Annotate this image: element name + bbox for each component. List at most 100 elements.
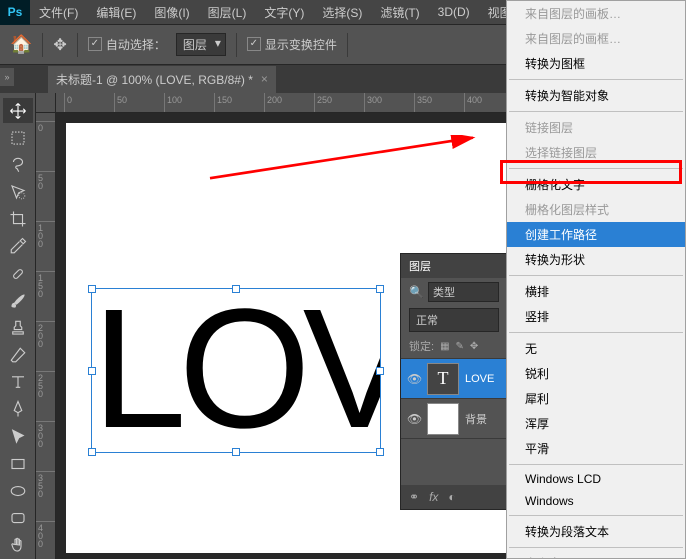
brush-tool[interactable] bbox=[3, 288, 33, 313]
divider bbox=[236, 33, 237, 57]
layer-list: 👁TLOVE👁背景 bbox=[401, 358, 507, 439]
menubar-item[interactable]: 滤镜(T) bbox=[371, 0, 428, 25]
layer-item[interactable]: 👁TLOVE bbox=[401, 359, 507, 399]
handle-r[interactable] bbox=[376, 367, 384, 375]
context-menu-item[interactable]: 转换为图框 bbox=[507, 51, 685, 76]
close-icon[interactable]: × bbox=[261, 72, 268, 86]
layers-panel: 图层 🔍 类型 正常 锁定: ▦ ✎ ✥ 👁TLOVE👁背景 ⚭ fx ◐ bbox=[400, 253, 508, 510]
context-menu-item[interactable]: 犀利 bbox=[507, 386, 685, 411]
divider bbox=[42, 33, 43, 57]
document-tab[interactable]: 未标题-1 @ 100% (LOVE, RGB/8#) * × bbox=[48, 66, 276, 93]
layers-tab[interactable]: 图层 bbox=[409, 258, 431, 274]
rectangle-tool[interactable] bbox=[3, 451, 33, 476]
menu-separator bbox=[509, 111, 683, 112]
context-menu-item[interactable]: 无 bbox=[507, 336, 685, 361]
show-transform-checkbox[interactable]: 显示变换控件 bbox=[247, 36, 337, 54]
context-menu-item[interactable]: 文字变形… bbox=[507, 551, 685, 559]
home-icon[interactable]: 🏠 bbox=[10, 34, 32, 55]
context-menu-item[interactable]: 浑厚 bbox=[507, 411, 685, 436]
layer-fx-icon[interactable]: fx bbox=[429, 490, 438, 504]
text-transform-box[interactable]: LOVE bbox=[91, 288, 381, 453]
auto-select-checkbox[interactable]: 自动选择： bbox=[88, 36, 166, 54]
visibility-icon[interactable]: 👁 bbox=[407, 412, 421, 426]
context-menu-item: 栅格化图层样式 bbox=[507, 197, 685, 222]
eraser-tool[interactable] bbox=[3, 343, 33, 368]
crop-tool[interactable] bbox=[3, 207, 33, 232]
menu-separator bbox=[509, 168, 683, 169]
context-menu-item[interactable]: 转换为段落文本 bbox=[507, 519, 685, 544]
lock-position-icon[interactable]: ✥ bbox=[470, 341, 478, 352]
context-menu-item[interactable]: 锐利 bbox=[507, 361, 685, 386]
layer-thumbnail[interactable]: T bbox=[427, 363, 459, 395]
move-tool-icon[interactable]: ✥ bbox=[53, 35, 66, 55]
layer-filter-select[interactable]: 类型 bbox=[428, 282, 499, 302]
context-menu: 来自图层的画板…来自图层的画框…转换为图框转换为智能对象链接图层选择链接图层栅格… bbox=[506, 0, 686, 559]
menubar-item[interactable]: 图像(I) bbox=[145, 0, 198, 25]
type-tool[interactable] bbox=[3, 370, 33, 395]
handle-tr[interactable] bbox=[376, 285, 384, 293]
handle-t[interactable] bbox=[232, 285, 240, 293]
handle-l[interactable] bbox=[88, 367, 96, 375]
hand-tool[interactable] bbox=[3, 533, 33, 558]
context-menu-item[interactable]: 转换为形状 bbox=[507, 247, 685, 272]
context-menu-item: 选择链接图层 bbox=[507, 140, 685, 165]
lock-transparency-icon[interactable]: ▦ bbox=[440, 341, 449, 352]
context-menu-item[interactable]: Windows bbox=[507, 490, 685, 512]
lock-label: 锁定: bbox=[409, 338, 434, 354]
ellipse-tool[interactable] bbox=[3, 478, 33, 503]
menubar-item[interactable]: 文件(F) bbox=[30, 0, 87, 25]
stamp-tool[interactable] bbox=[3, 315, 33, 340]
menu-separator bbox=[509, 547, 683, 548]
handle-tl[interactable] bbox=[88, 285, 96, 293]
menubar-item[interactable]: 文字(Y) bbox=[255, 0, 313, 25]
context-menu-item[interactable]: 创建工作路径 bbox=[507, 222, 685, 247]
handle-br[interactable] bbox=[376, 448, 384, 456]
eyedropper-tool[interactable] bbox=[3, 234, 33, 259]
search-icon[interactable]: 🔍 bbox=[409, 285, 424, 299]
quick-select-tool[interactable] bbox=[3, 180, 33, 205]
menu-separator bbox=[509, 275, 683, 276]
divider bbox=[347, 33, 348, 57]
ruler-vertical[interactable]: 05 01 0 01 5 02 0 02 5 03 0 03 5 04 0 0 bbox=[36, 113, 56, 559]
rounded-rect-tool[interactable] bbox=[3, 506, 33, 531]
move-tool[interactable] bbox=[3, 98, 33, 123]
marquee-tool[interactable] bbox=[3, 125, 33, 150]
visibility-icon[interactable]: 👁 bbox=[407, 372, 421, 386]
context-menu-item[interactable]: 转换为智能对象 bbox=[507, 83, 685, 108]
handle-b[interactable] bbox=[232, 448, 240, 456]
link-layers-icon[interactable]: ⚭ bbox=[409, 490, 419, 504]
expand-panels-icon[interactable]: » bbox=[0, 68, 14, 86]
lock-pixels-icon[interactable]: ✎ bbox=[456, 341, 464, 352]
menubar-item[interactable]: 图层(L) bbox=[199, 0, 256, 25]
divider bbox=[77, 33, 78, 57]
menubar-item[interactable]: 选择(S) bbox=[313, 0, 371, 25]
context-menu-item[interactable]: 栅格化文字 bbox=[507, 172, 685, 197]
ruler-corner bbox=[36, 93, 56, 113]
menu-separator bbox=[509, 79, 683, 80]
menu-separator bbox=[509, 464, 683, 465]
document-title: 未标题-1 @ 100% (LOVE, RGB/8#) * bbox=[56, 71, 253, 88]
layer-item[interactable]: 👁背景 bbox=[401, 399, 507, 439]
pen-tool[interactable] bbox=[3, 397, 33, 422]
context-menu-item: 来自图层的画框… bbox=[507, 26, 685, 51]
layer-mask-icon[interactable]: ◐ bbox=[448, 490, 455, 504]
text-layer-content: LOVE bbox=[92, 289, 380, 449]
context-menu-item: 来自图层的画板… bbox=[507, 1, 685, 26]
lasso-tool[interactable] bbox=[3, 152, 33, 177]
blend-mode-select[interactable]: 正常 bbox=[409, 308, 499, 332]
context-menu-item[interactable]: Windows LCD bbox=[507, 468, 685, 490]
menu-separator bbox=[509, 515, 683, 516]
menu-separator bbox=[509, 332, 683, 333]
context-menu-item[interactable]: 平滑 bbox=[507, 436, 685, 461]
layers-panel-header[interactable]: 图层 bbox=[401, 254, 507, 278]
app-logo[interactable]: Ps bbox=[0, 0, 30, 25]
path-select-tool[interactable] bbox=[3, 424, 33, 449]
handle-bl[interactable] bbox=[88, 448, 96, 456]
auto-select-target[interactable]: 图层 bbox=[176, 33, 226, 56]
healing-tool[interactable] bbox=[3, 261, 33, 286]
context-menu-item[interactable]: 横排 bbox=[507, 279, 685, 304]
menubar-item[interactable]: 3D(D) bbox=[429, 0, 479, 25]
menubar-item[interactable]: 编辑(E) bbox=[87, 0, 145, 25]
context-menu-item[interactable]: 竖排 bbox=[507, 304, 685, 329]
layer-thumbnail[interactable] bbox=[427, 403, 459, 435]
